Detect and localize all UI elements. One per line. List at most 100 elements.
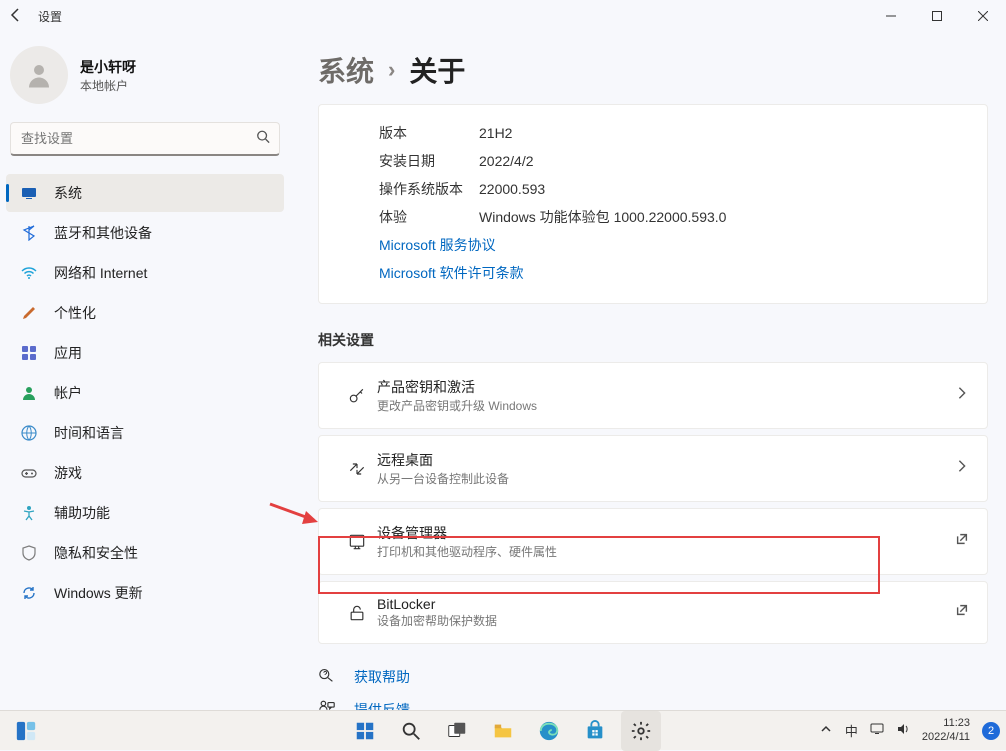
app-title: 设置 — [38, 8, 62, 25]
file-explorer-button[interactable] — [483, 711, 523, 751]
close-button[interactable] — [960, 0, 1006, 32]
sidebar-item-label: 游戏 — [54, 463, 82, 483]
window-controls — [868, 0, 1006, 32]
profile-block[interactable]: 是小轩呀 本地帐户 — [6, 40, 284, 122]
info-value: 21H2 — [479, 125, 512, 141]
sidebar-item-label: 网络和 Internet — [54, 263, 147, 283]
card-subtitle: 从另一台设备控制此设备 — [377, 470, 509, 487]
clock[interactable]: 11:23 2022/4/11 — [922, 717, 970, 743]
taskbar-center-apps — [345, 711, 661, 751]
external-link-icon — [955, 603, 969, 622]
search-button[interactable] — [391, 711, 431, 751]
chevron-right-icon: › — [388, 57, 395, 83]
start-button[interactable] — [345, 711, 385, 751]
card-title: BitLocker — [377, 596, 497, 612]
card-device-manager[interactable]: 设备管理器 打印机和其他驱动程序、硬件属性 — [318, 508, 988, 575]
back-button[interactable] — [8, 7, 24, 26]
info-label: 版本 — [379, 123, 479, 143]
user-account-type: 本地帐户 — [80, 77, 136, 94]
maximize-button[interactable] — [914, 0, 960, 32]
clock-time: 11:23 — [922, 717, 970, 730]
info-value: 22000.593 — [479, 181, 545, 197]
sidebar-item-update[interactable]: Windows 更新 — [6, 574, 284, 612]
related-settings-title: 相关设置 — [318, 330, 988, 350]
feedback-link[interactable]: 提供反馈 — [318, 699, 988, 710]
accessibility-icon — [20, 505, 38, 521]
service-agreement-link[interactable]: Microsoft 服务协议 — [379, 231, 961, 259]
widgets-button[interactable] — [6, 711, 46, 751]
device-manager-icon — [337, 532, 377, 552]
card-remote-desktop[interactable]: 远程桌面 从另一台设备控制此设备 — [318, 435, 988, 502]
titlebar: 设置 — [0, 0, 1006, 32]
task-view-button[interactable] — [437, 711, 477, 751]
sidebar-item-label: 时间和语言 — [54, 423, 124, 443]
sidebar-item-bluetooth[interactable]: 蓝牙和其他设备 — [6, 214, 284, 252]
card-product-key[interactable]: 产品密钥和激活 更改产品密钥或升级 Windows — [318, 362, 988, 429]
shield-icon — [20, 545, 38, 561]
lock-icon — [337, 603, 377, 623]
breadcrumb-current: 关于 — [409, 50, 465, 90]
sidebar-item-label: 蓝牙和其他设备 — [54, 223, 152, 243]
sidebar-item-personalization[interactable]: 个性化 — [6, 294, 284, 332]
brush-icon — [20, 305, 38, 321]
sidebar-item-accounts[interactable]: 帐户 — [6, 374, 284, 412]
key-icon — [337, 386, 377, 406]
breadcrumb: 系统 › 关于 — [318, 50, 988, 90]
card-title: 设备管理器 — [377, 523, 557, 543]
update-icon — [20, 585, 38, 601]
card-subtitle: 打印机和其他驱动程序、硬件属性 — [377, 543, 557, 560]
sidebar-item-apps[interactable]: 应用 — [6, 334, 284, 372]
sidebar: 是小轩呀 本地帐户 系统 蓝牙和其他设备 网络和 Internet — [0, 32, 290, 710]
link-label: 获取帮助 — [354, 667, 410, 687]
apps-icon — [20, 345, 38, 361]
card-bitlocker[interactable]: BitLocker 设备加密帮助保护数据 — [318, 581, 988, 644]
breadcrumb-root[interactable]: 系统 — [318, 50, 374, 90]
volume-tray-icon[interactable] — [896, 722, 910, 739]
about-info-card: 版本 21H2 安装日期 2022/4/2 操作系统版本 22000.593 体… — [318, 104, 988, 304]
account-icon — [20, 385, 38, 401]
search-input[interactable] — [10, 122, 280, 156]
info-row: 版本 21H2 — [379, 119, 961, 147]
info-row: 操作系统版本 22000.593 — [379, 175, 961, 203]
sidebar-item-label: 帐户 — [54, 383, 82, 403]
minimize-button[interactable] — [868, 0, 914, 32]
gamepad-icon — [20, 465, 38, 481]
sidebar-item-privacy[interactable]: 隐私和安全性 — [6, 534, 284, 572]
sidebar-item-network[interactable]: 网络和 Internet — [6, 254, 284, 292]
link-label: 提供反馈 — [354, 700, 410, 711]
card-title: 产品密钥和激活 — [377, 377, 537, 397]
nav: 系统 蓝牙和其他设备 网络和 Internet 个性化 应用 帐户 — [6, 174, 284, 612]
chevron-right-icon — [955, 459, 969, 478]
tray-overflow-icon[interactable] — [819, 722, 833, 739]
info-label: 操作系统版本 — [379, 179, 479, 199]
info-value: Windows 功能体验包 1000.22000.593.0 — [479, 207, 726, 227]
clock-date: 2022/4/11 — [922, 731, 970, 744]
notification-badge[interactable]: 2 — [982, 722, 1000, 740]
store-button[interactable] — [575, 711, 615, 751]
sidebar-item-label: 系统 — [54, 183, 82, 203]
system-tray[interactable]: 中 11:23 2022/4/11 2 — [819, 717, 1000, 743]
get-help-link[interactable]: 获取帮助 — [318, 666, 988, 687]
sidebar-item-label: 隐私和安全性 — [54, 543, 138, 563]
card-title: 远程桌面 — [377, 450, 509, 470]
settings-button[interactable] — [621, 711, 661, 751]
info-label: 安装日期 — [379, 151, 479, 171]
search-icon — [256, 130, 270, 149]
bluetooth-icon — [20, 225, 38, 241]
wifi-icon — [20, 265, 38, 281]
sidebar-item-system[interactable]: 系统 — [6, 174, 284, 212]
ime-indicator[interactable]: 中 — [845, 721, 858, 740]
sidebar-item-gaming[interactable]: 游戏 — [6, 454, 284, 492]
edge-button[interactable] — [529, 711, 569, 751]
sidebar-item-time-language[interactable]: 时间和语言 — [6, 414, 284, 452]
info-value: 2022/4/2 — [479, 153, 534, 169]
sidebar-item-accessibility[interactable]: 辅助功能 — [6, 494, 284, 532]
footer-links: 获取帮助 提供反馈 — [318, 666, 988, 710]
user-name: 是小轩呀 — [80, 57, 136, 77]
globe-icon — [20, 425, 38, 441]
search-wrap — [10, 122, 280, 156]
license-terms-link[interactable]: Microsoft 软件许可条款 — [379, 259, 961, 287]
network-tray-icon[interactable] — [870, 722, 884, 739]
avatar — [10, 46, 68, 104]
sidebar-item-label: 辅助功能 — [54, 503, 110, 523]
